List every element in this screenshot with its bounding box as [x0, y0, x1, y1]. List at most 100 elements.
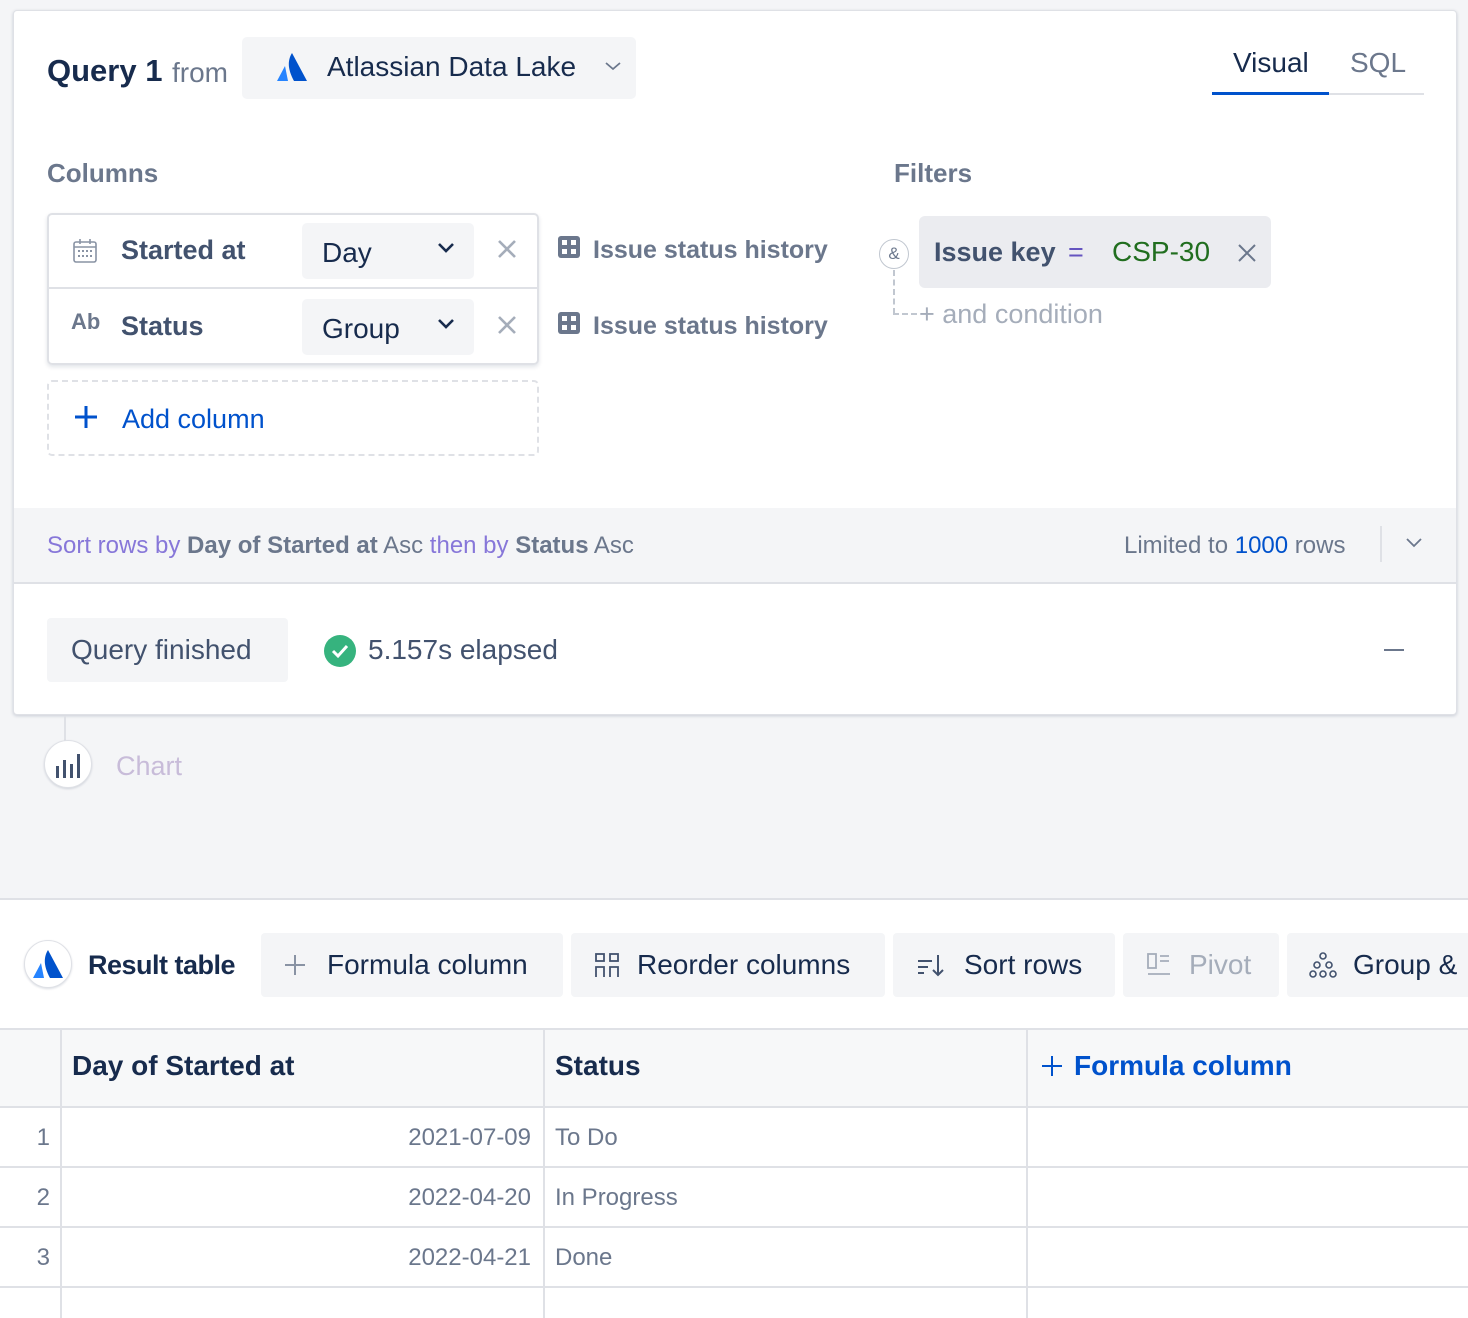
limit-value: 1000: [1234, 532, 1289, 559]
sort-then: then by: [429, 532, 509, 559]
aggregation-select[interactable]: Day: [302, 223, 474, 279]
column-table-source: Issue status history: [557, 311, 828, 342]
chart-step-label[interactable]: Chart: [116, 751, 182, 782]
plus-icon: [1042, 1056, 1062, 1076]
filter-connector-line: [893, 313, 917, 315]
sort-icon: [915, 951, 945, 984]
row-number: 1: [36, 1124, 50, 1151]
remove-column-icon[interactable]: [495, 313, 519, 342]
status-cell[interactable]: Done: [555, 1244, 612, 1272]
text-type-icon: Ab: [71, 309, 101, 334]
toolbar-label: Sort rows: [964, 949, 1083, 980]
column-row[interactable]: Ab Status Group: [49, 291, 537, 365]
row-limit[interactable]: Limited to 1000 rows: [1124, 532, 1345, 560]
remove-column-icon[interactable]: [495, 237, 519, 266]
add-formula-column-header[interactable]: Formula column: [1040, 1050, 1292, 1082]
sort-field-1: Day of Started at: [187, 532, 378, 559]
and-connector-badge[interactable]: &: [879, 239, 909, 269]
toolbar-label: Formula column: [327, 949, 528, 980]
column-header[interactable]: Day of Started at: [72, 1050, 295, 1082]
sort-direction-2: Asc: [593, 532, 634, 559]
remove-filter-icon[interactable]: [1236, 242, 1258, 269]
column-header[interactable]: Status: [555, 1050, 641, 1082]
query-status-badge: Query finished: [47, 618, 288, 682]
sort-rows-button[interactable]: Sort rows: [893, 933, 1115, 997]
result-table-title: Result table: [88, 950, 236, 980]
aggregation-value: Group: [322, 313, 400, 344]
elapsed-time: 5.157s elapsed: [368, 634, 558, 665]
divider: [1380, 526, 1382, 562]
formula-column-button[interactable]: Formula column: [261, 933, 563, 997]
data-source-dropdown[interactable]: Atlassian Data Lake: [242, 37, 636, 99]
aggregation-value: Day: [322, 237, 372, 268]
limit-suffix: rows: [1294, 532, 1346, 559]
sort-field-2: Status: [515, 532, 589, 559]
plus-icon: [73, 404, 99, 435]
sort-summary[interactable]: Sort rows by Day of Started at Asc then …: [47, 532, 634, 560]
row-number: 2: [36, 1184, 50, 1211]
column-row[interactable]: Started at Day: [49, 215, 537, 289]
date-cell[interactable]: 2022-04-21: [62, 1244, 543, 1272]
add-condition-link[interactable]: + and condition: [919, 299, 1103, 330]
query-status-label: Query finished: [71, 634, 252, 665]
plus-icon: [283, 953, 307, 982]
sort-prefix: Sort rows by: [47, 532, 181, 559]
chevron-down-icon: [436, 317, 456, 336]
column-divider: [60, 1028, 62, 1318]
status-cell[interactable]: In Progress: [555, 1184, 678, 1212]
reorder-columns-button[interactable]: Reorder columns: [571, 933, 885, 997]
add-column-button[interactable]: Add column: [47, 380, 539, 456]
table-source-label: Issue status history: [593, 312, 828, 340]
tab-sql[interactable]: SQL: [1350, 47, 1406, 79]
add-column-label: Add column: [122, 404, 265, 434]
limit-prefix: Limited to: [1124, 532, 1229, 559]
filter-field: Issue key: [934, 237, 1056, 267]
aggregation-select[interactable]: Group: [302, 299, 474, 355]
column-table-source: Issue status history: [557, 235, 828, 266]
columns-list: Started at Day Ab Status Group: [47, 213, 539, 365]
toolbar-label: Pivot: [1189, 949, 1252, 980]
pivot-button[interactable]: Pivot: [1123, 933, 1279, 997]
column-divider[interactable]: [1026, 1028, 1028, 1318]
chevron-down-icon: [604, 59, 622, 77]
group-button[interactable]: Group &: [1287, 933, 1468, 997]
reorder-icon: [593, 951, 621, 984]
atlassian-logo-icon: [33, 950, 63, 978]
date-cell[interactable]: 2022-04-20: [62, 1184, 543, 1212]
pivot-icon: [1145, 951, 1173, 984]
row-number: 3: [36, 1244, 50, 1271]
toolbar-label: Group &: [1353, 949, 1458, 980]
atlassian-logo-icon: [276, 52, 308, 87]
calendar-icon: [71, 237, 99, 271]
column-name: Started at: [121, 235, 246, 265]
sort-bar: Sort rows by Day of Started at Asc then …: [14, 508, 1456, 584]
active-tab-indicator: [1212, 92, 1329, 95]
filter-operator: =: [1068, 237, 1084, 267]
table-icon: [557, 235, 581, 266]
formula-header-label: Formula column: [1074, 1050, 1292, 1081]
success-check-icon: [323, 634, 357, 673]
toolbar-label: Reorder columns: [637, 949, 851, 980]
chart-step-node[interactable]: [44, 740, 92, 788]
table-icon: [557, 311, 581, 342]
filter-connector-line: [893, 270, 895, 314]
tab-visual[interactable]: Visual: [1233, 47, 1309, 79]
result-grid: Day of Started at Status Formula column …: [0, 1028, 1468, 1318]
chevron-down-icon: [436, 241, 456, 260]
collapse-icon[interactable]: [1384, 649, 1404, 651]
result-panel: Result table Formula column Reorder colu…: [0, 898, 1468, 1318]
mode-tabs: Visual SQL: [1212, 41, 1424, 95]
column-divider[interactable]: [543, 1028, 545, 1318]
query-from-label: from: [172, 57, 228, 88]
date-cell[interactable]: 2021-07-09: [62, 1124, 543, 1152]
bar-chart-icon: [56, 754, 80, 778]
query-card: Query 1 from Atlassian Data Lake Visual …: [13, 10, 1457, 715]
status-cell[interactable]: To Do: [555, 1124, 618, 1152]
result-step-node: [24, 940, 72, 988]
data-source-label: Atlassian Data Lake: [327, 51, 577, 82]
columns-heading: Columns: [47, 158, 159, 188]
chevron-down-icon[interactable]: [1404, 536, 1424, 555]
filter-chip[interactable]: Issue key = CSP-30: [919, 216, 1271, 288]
group-icon: [1309, 951, 1337, 984]
table-source-label: Issue status history: [593, 236, 828, 264]
